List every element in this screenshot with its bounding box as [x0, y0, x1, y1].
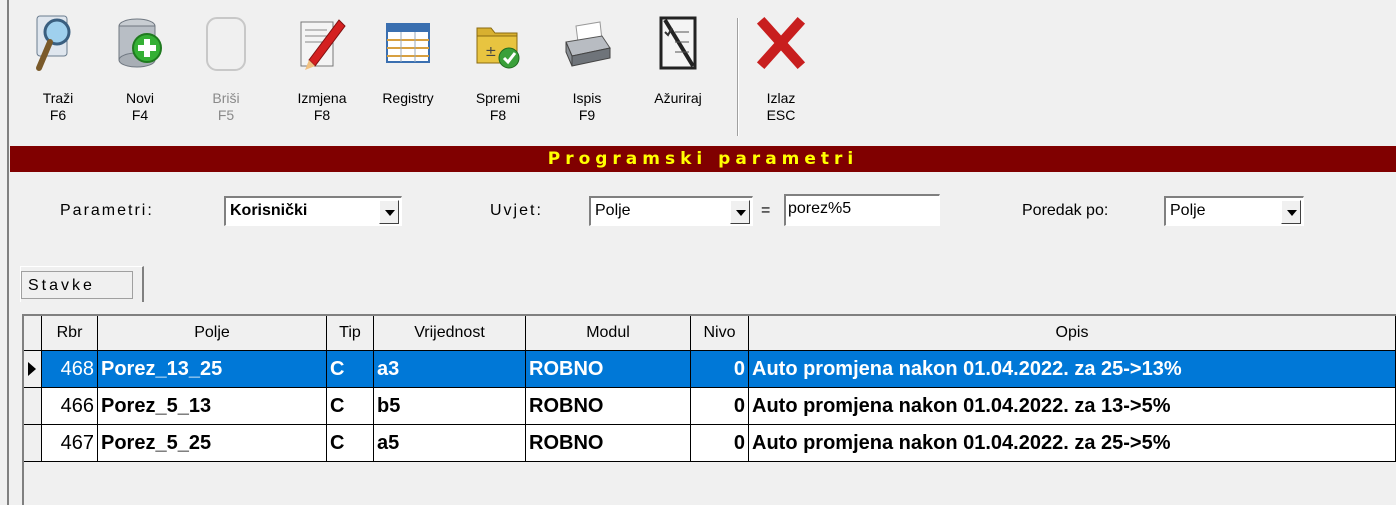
registry-icon — [386, 23, 430, 63]
row-indicator — [24, 425, 42, 462]
header-modul[interactable]: Modul — [526, 316, 691, 351]
edit-icon — [300, 19, 346, 70]
cell-nivo[interactable]: 0 — [691, 388, 749, 425]
edit-label: Izmjena — [297, 90, 347, 106]
new-label: Novi — [125, 90, 154, 106]
tab-stavke[interactable]: Stavke — [20, 266, 144, 302]
chevron-down-icon[interactable] — [1281, 200, 1301, 224]
data-grid[interactable]: Rbr Polje Tip Vrijednost Modul Nivo Opis… — [22, 314, 1396, 505]
delete-button[interactable]: Briši F5 — [190, 10, 262, 135]
uvjet-value-input[interactable]: porez%5 — [784, 194, 940, 226]
cell-rbr[interactable]: 467 — [42, 425, 98, 462]
header-opis[interactable]: Opis — [749, 316, 1396, 351]
grid-header: Rbr Polje Tip Vrijednost Modul Nivo Opis — [24, 316, 1396, 351]
header-polje[interactable]: Polje — [98, 316, 327, 351]
add-database-icon — [118, 18, 162, 68]
printer-icon — [565, 21, 611, 67]
new-key: F4 — [131, 107, 149, 123]
toolbar-separator — [737, 18, 739, 136]
print-label: Ispis — [572, 90, 602, 106]
row-pointer-icon — [28, 362, 36, 376]
parametri-value: Korisnički — [230, 202, 308, 219]
parametri-select[interactable]: Korisnički — [224, 196, 402, 226]
cell-rbr[interactable]: 466 — [42, 388, 98, 425]
header-indicator — [24, 316, 42, 351]
table-row[interactable]: 468 Porez_13_25 C a3 ROBNO 0 Auto promje… — [24, 351, 1396, 388]
delete-icon — [206, 17, 246, 71]
row-indicator — [24, 388, 42, 425]
exit-label: Izlaz — [766, 90, 796, 106]
poredak-select[interactable]: Polje — [1164, 196, 1304, 226]
header-rbr[interactable]: Rbr — [42, 316, 98, 351]
parametri-label: Parametri: — [60, 202, 154, 219]
uvjet-field-value: Polje — [595, 202, 631, 219]
save-key: F8 — [489, 107, 507, 123]
exit-button[interactable]: Izlaz ESC — [745, 10, 817, 135]
svg-text:±: ± — [485, 44, 497, 60]
update-checklist-icon — [659, 16, 697, 70]
cell-modul[interactable]: ROBNO — [526, 388, 691, 425]
delete-key: F5 — [217, 107, 235, 123]
poredak-label: Poredak po: — [1022, 202, 1109, 219]
page-title: Programski parametri — [547, 149, 859, 169]
search-key: F6 — [49, 107, 67, 123]
row-indicator — [24, 351, 42, 388]
cell-modul[interactable]: ROBNO — [526, 351, 691, 388]
equals-sign: = — [761, 202, 771, 219]
cell-rbr[interactable]: 468 — [42, 351, 98, 388]
edit-button[interactable]: Izmjena F8 — [286, 10, 358, 135]
search-label: Traži — [42, 90, 74, 106]
window-left-border — [7, 0, 9, 505]
table-row[interactable]: 467 Porez_5_25 C a5 ROBNO 0 Auto promjen… — [24, 425, 1396, 462]
poredak-value: Polje — [1170, 202, 1206, 219]
cell-vrijednost[interactable]: b5 — [374, 388, 526, 425]
cell-tip[interactable]: C — [327, 388, 374, 425]
tab-frame: Stavke — [21, 271, 133, 299]
save-button[interactable]: ± Spremi F8 — [462, 10, 534, 135]
uvjet-label: Uvjet: — [490, 202, 543, 219]
search-button[interactable]: Traži F6 — [22, 10, 94, 135]
table-row[interactable]: 466 Porez_5_13 C b5 ROBNO 0 Auto promjen… — [24, 388, 1396, 425]
print-button[interactable]: Ispis F9 — [551, 10, 623, 135]
update-button[interactable]: Ažuriraj — [642, 10, 714, 135]
cell-nivo[interactable]: 0 — [691, 351, 749, 388]
cell-tip[interactable]: C — [327, 425, 374, 462]
close-icon — [756, 16, 806, 70]
cell-nivo[interactable]: 0 — [691, 425, 749, 462]
chevron-down-icon[interactable] — [730, 200, 750, 224]
cell-vrijednost[interactable]: a5 — [374, 425, 526, 462]
cell-vrijednost[interactable]: a3 — [374, 351, 526, 388]
registry-button[interactable]: Registry — [372, 10, 444, 135]
cell-polje[interactable]: Porez_5_25 — [98, 425, 327, 462]
edit-key: F8 — [313, 107, 331, 123]
cell-opis[interactable]: Auto promjena nakon 01.04.2022. za 25->1… — [749, 351, 1396, 388]
save-label: Spremi — [475, 90, 521, 106]
save-folder-icon: ± — [476, 27, 520, 69]
header-tip[interactable]: Tip — [327, 316, 374, 351]
new-button[interactable]: Novi F4 — [104, 10, 176, 135]
cell-modul[interactable]: ROBNO — [526, 425, 691, 462]
cell-polje[interactable]: Porez_13_25 — [98, 351, 327, 388]
update-label: Ažuriraj — [654, 90, 702, 106]
uvjet-value: porez%5 — [788, 200, 852, 217]
cell-polje[interactable]: Porez_5_13 — [98, 388, 327, 425]
cell-opis[interactable]: Auto promjena nakon 01.04.2022. za 13->5… — [749, 388, 1396, 425]
print-key: F9 — [578, 107, 596, 123]
delete-label: Briši — [212, 90, 240, 106]
tab-stavke-label: Stavke — [28, 277, 95, 294]
registry-label: Registry — [382, 90, 434, 106]
title-band: Programski parametri — [10, 146, 1396, 172]
header-vrijednost[interactable]: Vrijednost — [374, 316, 526, 351]
uvjet-field-select[interactable]: Polje — [589, 196, 753, 226]
cell-tip[interactable]: C — [327, 351, 374, 388]
exit-key: ESC — [766, 107, 796, 123]
search-icon — [36, 15, 71, 71]
header-nivo[interactable]: Nivo — [691, 316, 749, 351]
chevron-down-icon[interactable] — [379, 200, 399, 224]
cell-opis[interactable]: Auto promjena nakon 01.04.2022. za 25->5… — [749, 425, 1396, 462]
